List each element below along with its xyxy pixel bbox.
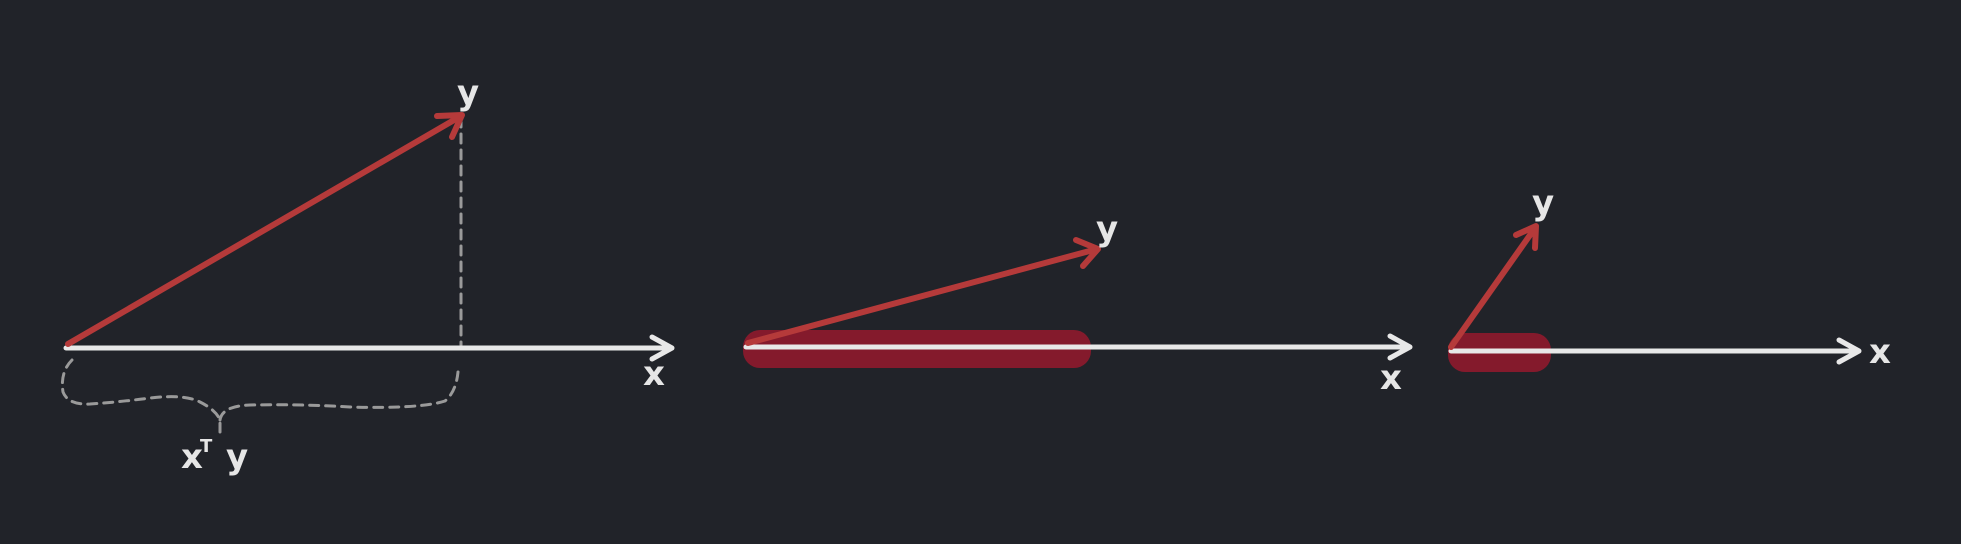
x-axis-arrow [63,334,675,362]
y-vector-arrow [65,112,465,347]
brace-label-transpose: T [200,436,213,457]
brace-label-y: y [226,437,248,477]
projection-brace [60,358,460,434]
panel-3: y x [1448,183,1891,372]
y-label: y [1532,183,1554,223]
x-label: x [1380,358,1402,398]
x-label: x [643,354,665,394]
panel-2: y x [743,209,1413,398]
y-vector-arrow [1448,223,1539,350]
y-label: y [457,73,479,113]
x-label: x [1869,332,1891,372]
panel-1: y x x T y [60,73,675,477]
y-label: y [1096,209,1118,249]
dot-product-diagram: y x x T y y x y x [60,73,1891,477]
y-vector-arrow [745,237,1101,346]
